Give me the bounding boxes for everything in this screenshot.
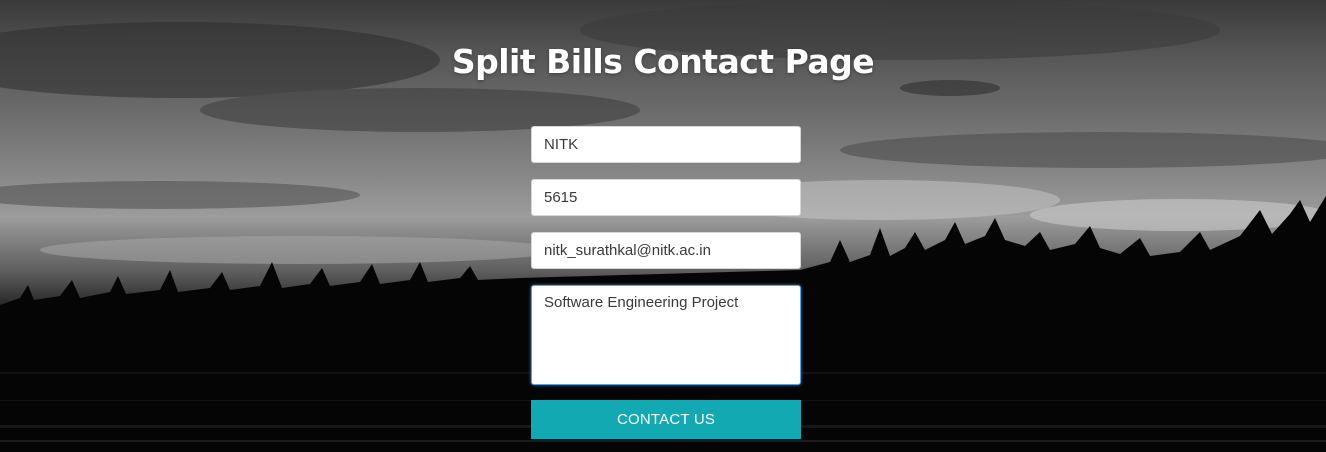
message-textarea[interactable]: Software Engineering Project bbox=[531, 285, 801, 385]
email-input[interactable] bbox=[531, 232, 801, 269]
phone-input[interactable] bbox=[531, 179, 801, 216]
name-input[interactable] bbox=[531, 126, 801, 163]
contact-form-container: Split Bills Contact Page Software Engine… bbox=[0, 0, 1326, 452]
contact-page: Split Bills Contact Page Software Engine… bbox=[0, 0, 1326, 452]
contact-us-button[interactable]: CONTACT US bbox=[531, 400, 801, 439]
page-title: Split Bills Contact Page bbox=[451, 42, 875, 81]
